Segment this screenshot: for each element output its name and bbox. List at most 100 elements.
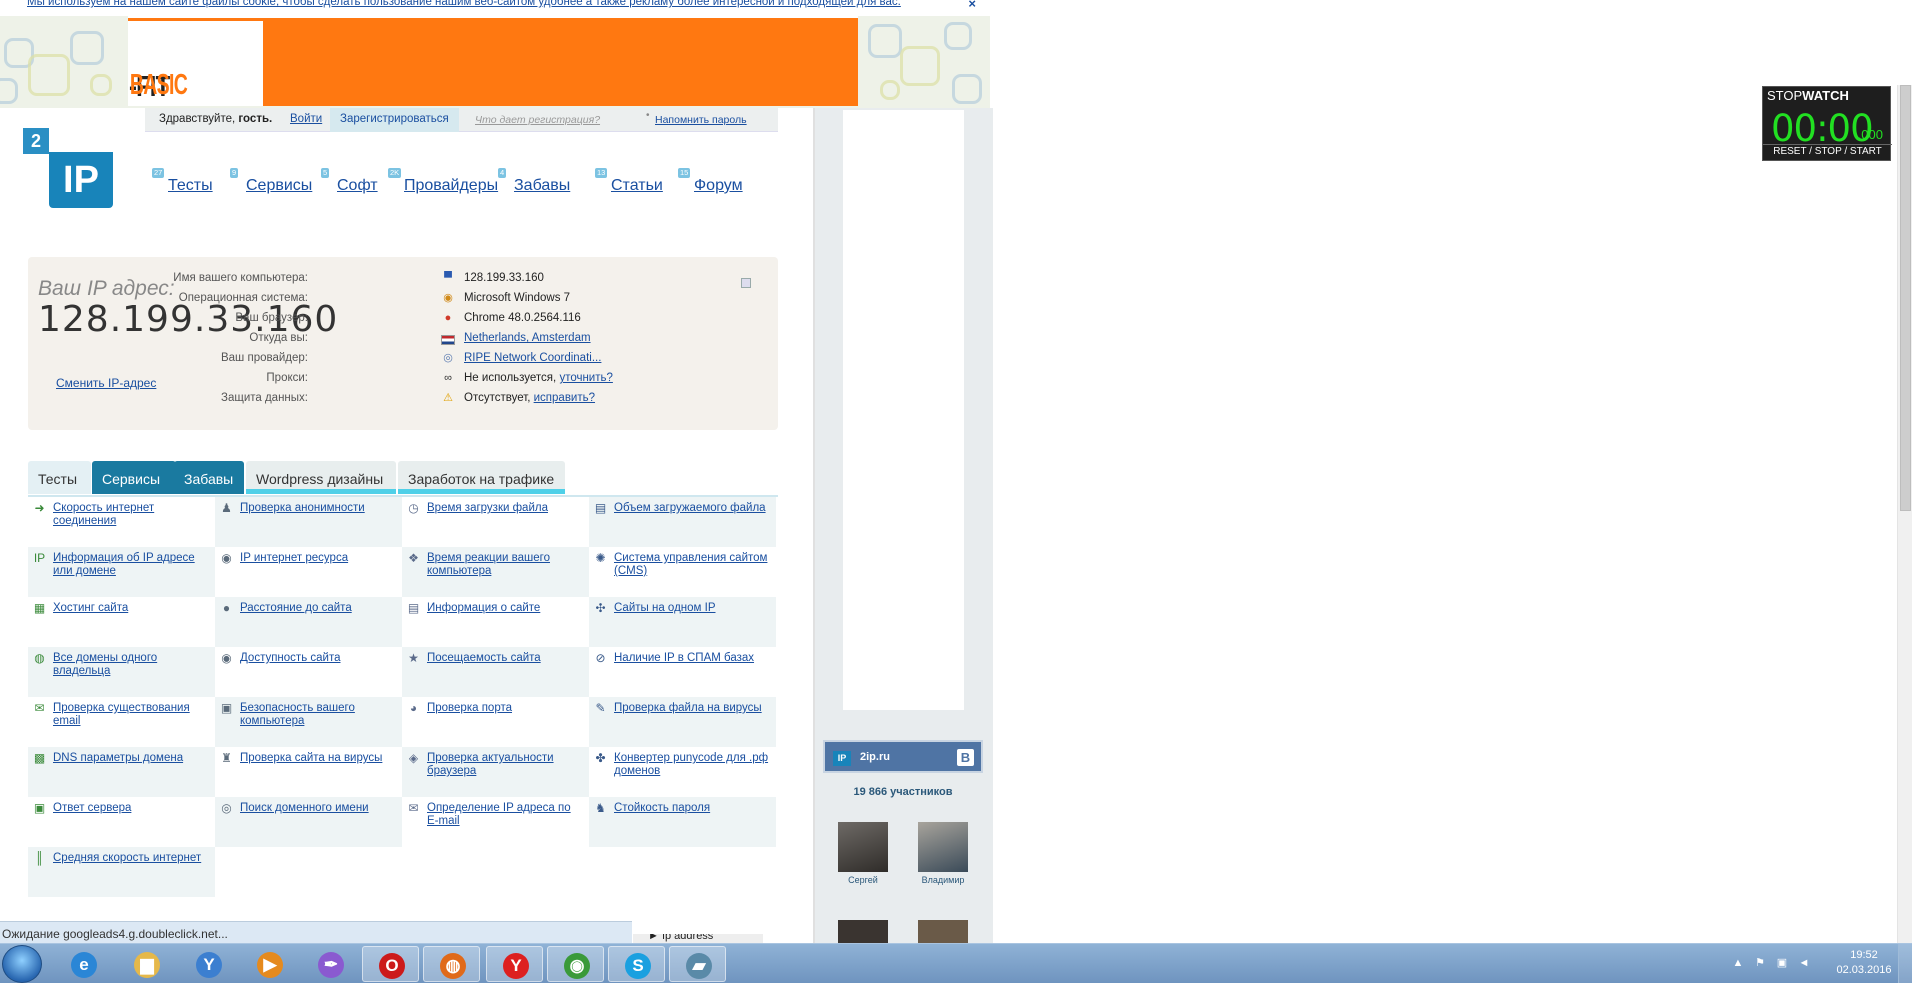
flag-icon[interactable]: ⚑ bbox=[1753, 957, 1767, 970]
provider-link[interactable]: RIPE Network Coordinati... bbox=[464, 352, 601, 364]
avatar[interactable] bbox=[918, 920, 968, 943]
service-item[interactable]: ➜ Скорость интернет соединения bbox=[28, 497, 215, 547]
why-register-link[interactable]: Что дает регистрация? bbox=[475, 114, 600, 126]
basic-fit-ad-banner[interactable]: BASIC -FIT bbox=[128, 16, 858, 106]
service-link[interactable]: Проверка сайта на вирусы bbox=[240, 752, 398, 765]
taskbar-app-button[interactable]: ◉ bbox=[547, 946, 604, 982]
service-item[interactable]: ▦ Хостинг сайта bbox=[28, 597, 215, 647]
page-scrollbar[interactable] bbox=[1897, 85, 1912, 943]
service-item[interactable]: ♞ Стойкость пароля bbox=[589, 797, 776, 847]
service-link[interactable]: Посещаемость сайта bbox=[427, 652, 585, 665]
service-item[interactable]: ◷ Время загрузки файла bbox=[402, 497, 589, 547]
service-link[interactable]: Доступность сайта bbox=[240, 652, 398, 665]
service-link[interactable]: Информация о сайте bbox=[427, 602, 585, 615]
taskbar-app-button[interactable]: ▶ bbox=[241, 946, 298, 982]
vk-member[interactable]: Сергей bbox=[833, 822, 893, 885]
vk-member-name[interactable]: Владимир bbox=[913, 875, 973, 885]
service-item[interactable]: ▩ DNS параметры домена bbox=[28, 747, 215, 797]
service-item[interactable]: ✉ Определение IP адреса по E-mail bbox=[402, 797, 589, 847]
taskbar-app-button[interactable]: S bbox=[608, 946, 665, 982]
remind-password-link[interactable]: Напомнить пароль bbox=[646, 110, 747, 126]
service-item[interactable]: ★ Посещаемость сайта bbox=[402, 647, 589, 697]
service-link[interactable]: Система управления сайтом (CMS) bbox=[614, 552, 772, 578]
service-link[interactable]: Конвертер punycode для .рф доменов bbox=[614, 752, 772, 778]
service-link[interactable]: Наличие IP в СПАМ базах bbox=[614, 652, 772, 665]
service-item[interactable]: ║ Средняя скорость интернет bbox=[28, 847, 215, 897]
taskbar-app-button[interactable]: ▰ bbox=[669, 946, 726, 982]
taskbar-app-button[interactable]: ◍ bbox=[423, 946, 480, 982]
vk-group-name[interactable]: 2ip.ru bbox=[860, 751, 890, 763]
fix-protection-link[interactable]: исправить? bbox=[534, 392, 595, 404]
vk-member-name[interactable]: Сергей bbox=[833, 875, 893, 885]
service-item[interactable]: ✺ Система управления сайтом (CMS) bbox=[589, 547, 776, 597]
tab-wordpress[interactable]: Wordpress дизайны bbox=[246, 461, 396, 494]
service-item[interactable]: ▤ Объем загружаемого файла bbox=[589, 497, 776, 547]
service-item[interactable]: ❖ Время реакции вашего компьютера bbox=[402, 547, 589, 597]
service-link[interactable]: Поиск доменного имени bbox=[240, 802, 398, 815]
tab-traffic[interactable]: Заработок на трафике bbox=[398, 461, 565, 494]
close-icon[interactable]: × bbox=[968, 0, 976, 10]
service-item[interactable]: ▣ Безопасность вашего компьютера bbox=[215, 697, 402, 747]
nav-label[interactable]: Форум bbox=[694, 177, 743, 195]
tab-services[interactable]: Сервисы bbox=[92, 461, 176, 494]
service-item[interactable]: ● Расстояние до сайта bbox=[215, 597, 402, 647]
cookie-notice-link[interactable]: Мы используем на нашем сайте файлы cooki… bbox=[27, 0, 901, 8]
service-link[interactable]: Проверка порта bbox=[427, 702, 585, 715]
login-link[interactable]: Войти bbox=[290, 113, 322, 125]
scrollbar-thumb[interactable] bbox=[1900, 85, 1911, 511]
taskbar-app-button[interactable]: Y bbox=[486, 946, 543, 982]
service-link[interactable]: Скорость интернет соединения bbox=[53, 502, 211, 528]
service-item[interactable]: ◈ Проверка актуальности браузера bbox=[402, 747, 589, 797]
service-item[interactable]: ◍ Все домены одного владельца bbox=[28, 647, 215, 697]
nav-label[interactable]: Забавы bbox=[514, 177, 570, 195]
nav-label[interactable]: Тесты bbox=[168, 177, 213, 195]
stopwatch-controls[interactable]: RESET / STOP / START bbox=[1763, 144, 1892, 159]
service-link[interactable]: Время загрузки файла bbox=[427, 502, 585, 515]
avatar[interactable] bbox=[838, 822, 888, 872]
vk-widget-header[interactable]: IP 2ip.ru В bbox=[823, 740, 983, 773]
service-item[interactable]: ◉ Доступность сайта bbox=[215, 647, 402, 697]
service-link[interactable]: Безопасность вашего компьютера bbox=[240, 702, 398, 728]
nav-label[interactable]: Провайдеры bbox=[404, 177, 498, 195]
service-item[interactable]: ✉ Проверка существования email bbox=[28, 697, 215, 747]
system-clock[interactable]: 19:52 02.03.2016 bbox=[1826, 948, 1902, 978]
service-item[interactable]: ▤ Информация о сайте bbox=[402, 597, 589, 647]
taskbar-app-button[interactable]: O bbox=[362, 946, 419, 982]
collapse-icon[interactable] bbox=[741, 278, 751, 288]
vk-icon[interactable]: В bbox=[957, 749, 974, 766]
service-item[interactable]: ⊘ Наличие IP в СПАМ базах bbox=[589, 647, 776, 697]
service-item[interactable]: ▣ Ответ сервера bbox=[28, 797, 215, 847]
service-link[interactable]: Стойкость пароля bbox=[614, 802, 772, 815]
service-item[interactable]: ◉ IP интернет ресурса bbox=[215, 547, 402, 597]
service-link[interactable]: Хостинг сайта bbox=[53, 602, 211, 615]
service-item[interactable]: ✎ Проверка файла на вирусы bbox=[589, 697, 776, 747]
register-link[interactable]: Зарегистрироваться bbox=[330, 108, 459, 132]
service-link[interactable]: Сайты на одном IP bbox=[614, 602, 772, 615]
taskbar-app-button[interactable]: ✒ bbox=[302, 946, 359, 982]
service-link[interactable]: Проверка анонимности bbox=[240, 502, 398, 515]
service-item[interactable]: ♟ Проверка анонимности bbox=[215, 497, 402, 547]
service-link[interactable]: Проверка файла на вирусы bbox=[614, 702, 772, 715]
service-link[interactable]: Проверка существования email bbox=[53, 702, 211, 728]
volume-icon[interactable]: ◄ bbox=[1797, 957, 1811, 970]
service-item[interactable]: IP Информация об IP адресе или домене bbox=[28, 547, 215, 597]
service-item[interactable]: ✤ Конвертер punycode для .рф доменов bbox=[589, 747, 776, 797]
service-link[interactable]: Средняя скорость интернет bbox=[53, 852, 211, 865]
service-item[interactable]: ◕ Проверка порта bbox=[402, 697, 589, 747]
taskbar-app-button[interactable]: Y bbox=[180, 946, 237, 982]
taskbar-app-button[interactable]: ▆ bbox=[118, 946, 175, 982]
avatar[interactable] bbox=[918, 822, 968, 872]
service-link[interactable]: Определение IP адреса по E-mail bbox=[427, 802, 585, 828]
vk-member[interactable]: Владимир bbox=[913, 822, 973, 885]
service-link[interactable]: Время реакции вашего компьютера bbox=[427, 552, 585, 578]
avatar[interactable] bbox=[838, 920, 888, 943]
service-item[interactable]: ✣ Сайты на одном IP bbox=[589, 597, 776, 647]
service-link[interactable]: Ответ сервера bbox=[53, 802, 211, 815]
service-link[interactable]: Проверка актуальности браузера bbox=[427, 752, 585, 778]
nav-label[interactable]: Сервисы bbox=[246, 177, 312, 195]
service-link[interactable]: IP интернет ресурса bbox=[240, 552, 398, 565]
network-icon[interactable]: ▣ bbox=[1775, 957, 1789, 970]
proxy-clarify-link[interactable]: уточнить? bbox=[559, 372, 612, 384]
nav-label[interactable]: Статьи bbox=[611, 177, 663, 195]
location-link[interactable]: Netherlands, Amsterdam bbox=[464, 332, 591, 344]
